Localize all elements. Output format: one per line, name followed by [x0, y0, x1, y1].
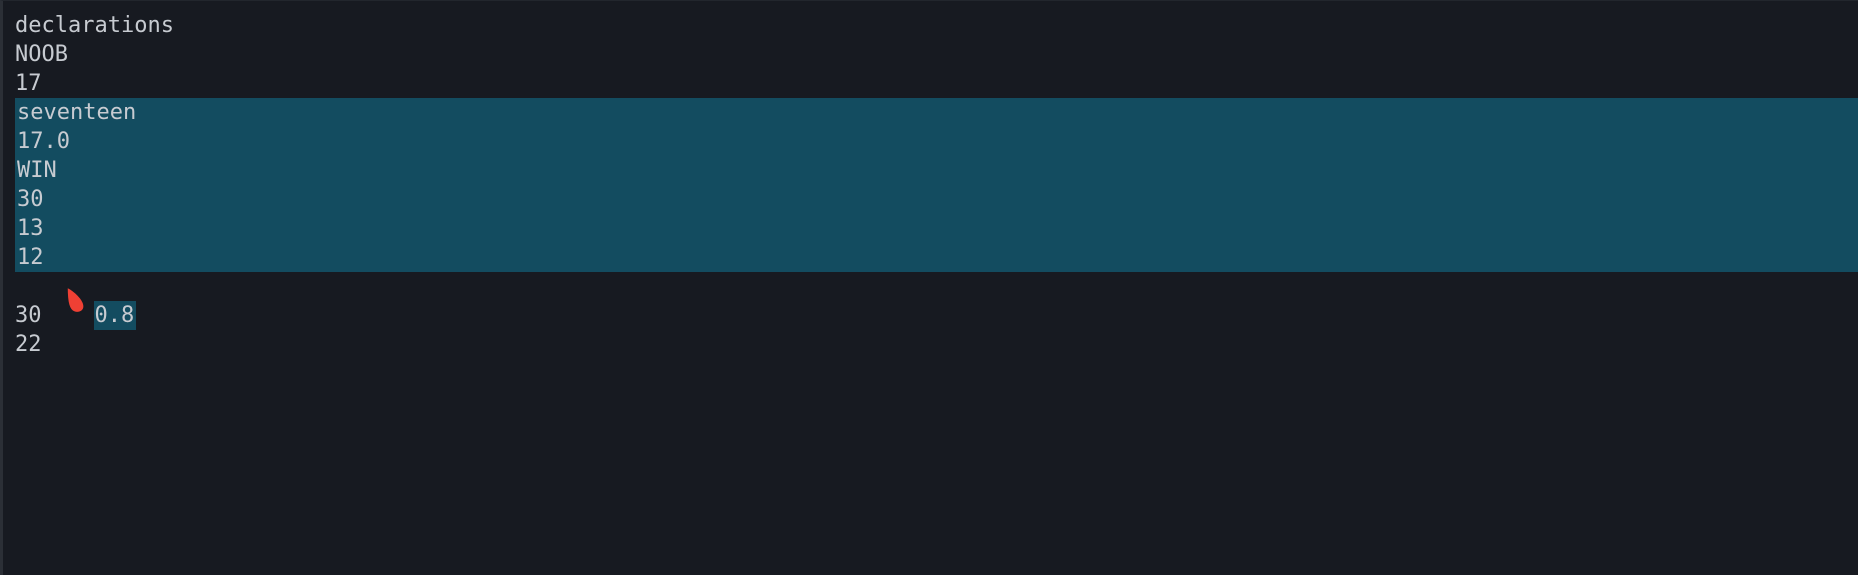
output-line: NOOB [15, 42, 68, 67]
selected-output-line: seventeen [15, 98, 1858, 127]
terminal-output[interactable]: declarations NOOB 17 seventeen 17.0 WIN … [0, 0, 1858, 575]
selected-output-line: 17.0 [15, 127, 1858, 156]
selected-output-line: 13 [15, 214, 1858, 243]
partially-selected-output-line: 0.8 [3, 272, 1858, 330]
selected-output-line: WIN [15, 156, 1858, 185]
output-lines: declarations NOOB 17 seventeen 17.0 WIN … [3, 11, 1858, 359]
output-line: 22 [15, 332, 42, 357]
output-line: 17 [15, 71, 42, 96]
selected-output-line: 30 [15, 185, 1858, 214]
mouse-pointer-icon [66, 285, 85, 314]
selected-output-line: 12 [15, 243, 1858, 272]
output-line: declarations [15, 13, 174, 38]
output-line: 30 [15, 303, 42, 328]
